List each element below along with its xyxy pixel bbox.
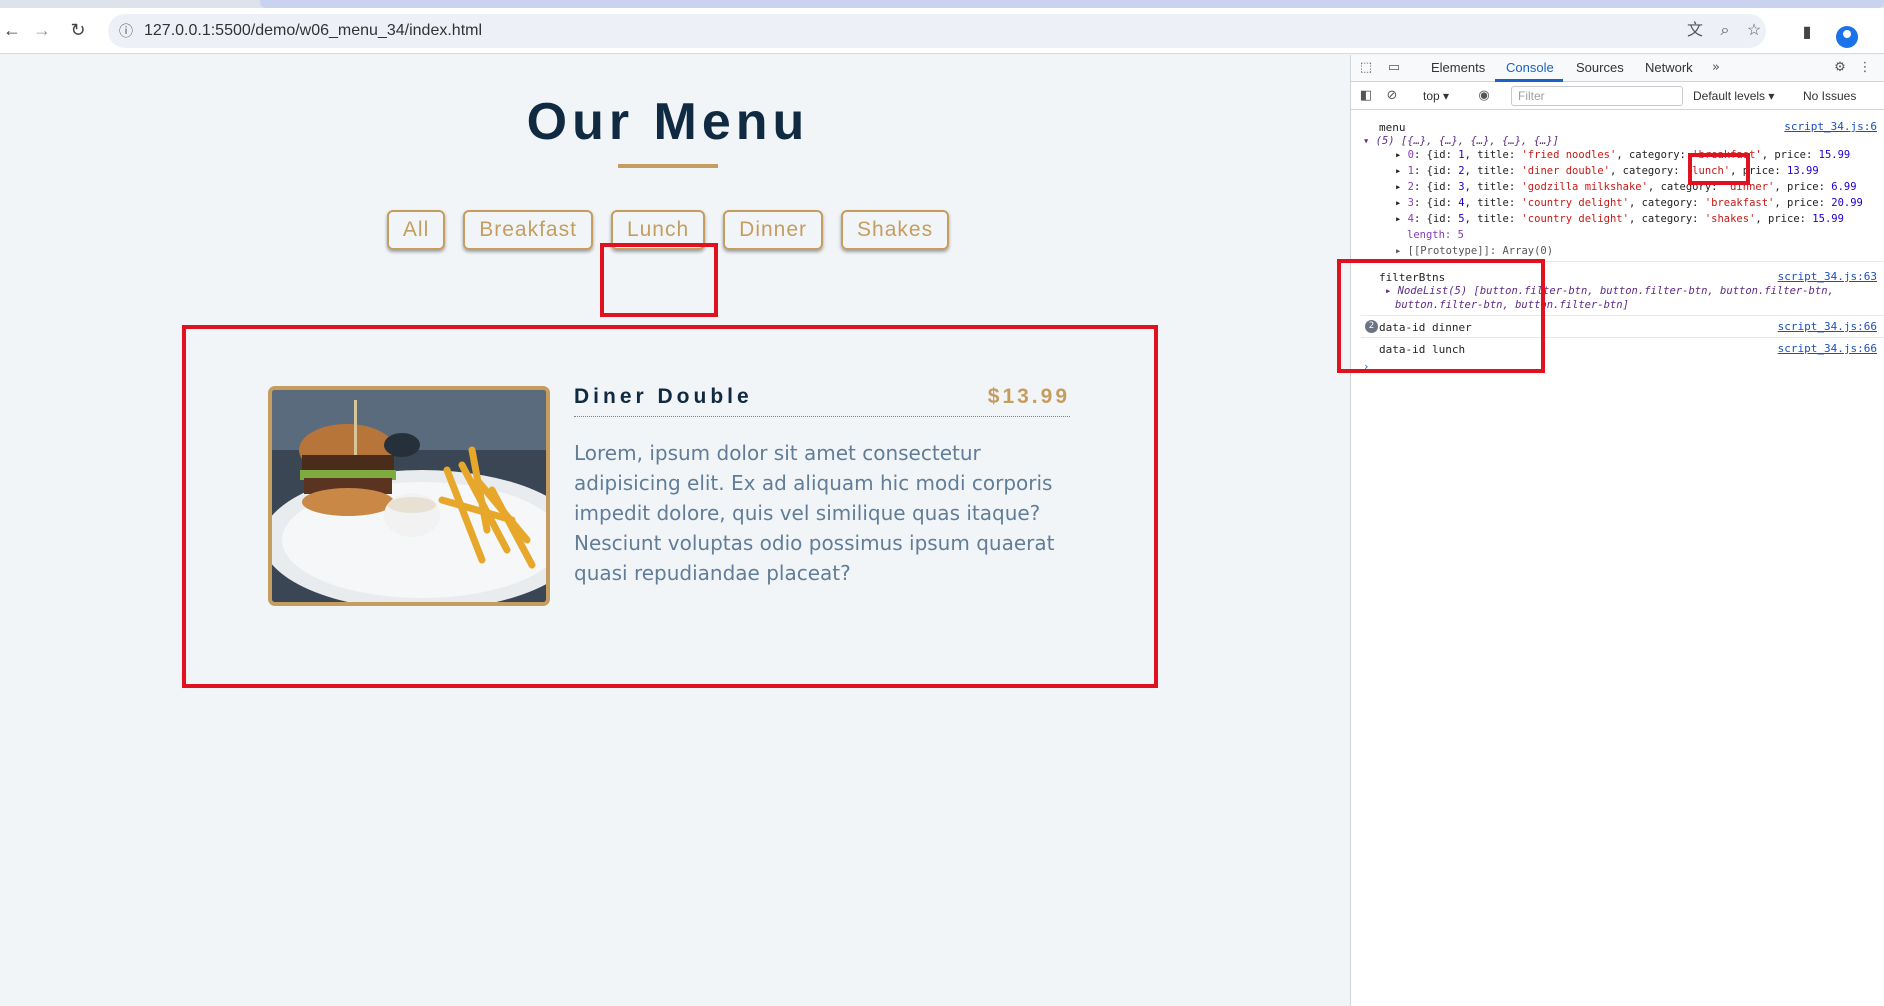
tab-strip-active	[260, 0, 1884, 8]
context-select-label: top	[1423, 89, 1440, 103]
menu-row-1[interactable]: ▸ 1: {id: 2, title: 'diner double', cate…	[1395, 165, 1819, 177]
row-3-price: 20.99	[1831, 197, 1863, 209]
tab-network[interactable]: Network	[1645, 60, 1693, 75]
annotation-box-menu-item	[182, 325, 1158, 688]
log-menu-summary: (5) [{…}, {…}, {…}, {…}, {…}]	[1375, 135, 1559, 147]
menu-length: length: 5	[1407, 229, 1464, 241]
row-1-index: 1	[1407, 165, 1414, 177]
log-menu-label: menu	[1379, 121, 1406, 134]
profile-avatar[interactable]	[1836, 26, 1858, 48]
row-0-id: 1	[1458, 149, 1465, 161]
log-dataid-lunch-source-link[interactable]: script_34.js:66	[1778, 342, 1877, 355]
row-0-title: 'fried noodles'	[1521, 149, 1617, 161]
log-filterbtns-source-link[interactable]: script_34.js:63	[1778, 270, 1877, 283]
issues-button[interactable]: No Issues	[1803, 89, 1856, 103]
filter-breakfast-button[interactable]: Breakfast	[463, 210, 593, 250]
address-bar[interactable]: ⓘ 127.0.0.1:5500/demo/w06_menu_34/index.…	[108, 14, 1766, 48]
row-4-index: 4	[1407, 213, 1414, 225]
translate-icon[interactable]: 文	[1685, 21, 1705, 41]
row-1-title: 'diner double'	[1521, 165, 1610, 177]
row-3-title: 'country delight'	[1521, 197, 1629, 209]
menu-row-3[interactable]: ▸ 3: {id: 4, title: 'country delight', c…	[1395, 197, 1863, 209]
forward-icon[interactable]: →	[30, 18, 54, 42]
log-menu-source-link[interactable]: script_34.js:6	[1784, 120, 1877, 133]
zoom-icon[interactable]: ⌕	[1715, 21, 1735, 41]
annotation-box-lunch-category	[1688, 153, 1750, 185]
row-3-index: 3	[1407, 197, 1414, 209]
device-toolbar-icon[interactable]: ▭	[1385, 59, 1403, 77]
bookmark-star-icon[interactable]: ☆	[1744, 21, 1764, 41]
devtools-tabbar: ⬚ ▭ Elements Console Sources Network » ⚙…	[1351, 55, 1884, 82]
row-2-index: 2	[1407, 181, 1414, 193]
tab-elements[interactable]: Elements	[1431, 60, 1485, 75]
row-4-title: 'country delight'	[1521, 213, 1629, 225]
console-filter-input[interactable]: Filter	[1511, 86, 1683, 106]
reload-icon[interactable]: ↻	[66, 18, 90, 42]
log-menu-array[interactable]: ▾ (5) [{…}, {…}, {…}, {…}, {…}]	[1363, 135, 1559, 147]
log-levels-select[interactable]: Default levels ▾	[1693, 89, 1774, 103]
annotation-box-lunch	[600, 243, 718, 317]
row-2-title: 'godzilla milkshake'	[1521, 181, 1648, 193]
settings-gear-icon[interactable]: ⚙	[1831, 59, 1849, 77]
browser-toolbar: ← → ↻ ⓘ 127.0.0.1:5500/demo/w06_menu_34/…	[0, 8, 1884, 54]
devtools-panel: ⬚ ▭ Elements Console Sources Network » ⚙…	[1350, 55, 1884, 1006]
row-1-price: 13.99	[1787, 165, 1819, 177]
menu-row-0[interactable]: ▸ 0: {id: 1, title: 'fried noodles', cat…	[1395, 149, 1850, 161]
title-underline	[618, 164, 718, 168]
page-title: Our Menu	[526, 93, 810, 151]
row-4-category: 'shakes'	[1704, 213, 1756, 225]
live-expression-eye-icon[interactable]: ◉	[1475, 87, 1493, 105]
sidebar-toggle-icon[interactable]: ◧	[1357, 87, 1375, 105]
inspect-element-icon[interactable]: ⬚	[1357, 59, 1375, 77]
menu-prototype[interactable]: ▸ [[Prototype]]: Array(0)	[1395, 245, 1553, 257]
more-options-icon[interactable]: ⋮	[1856, 59, 1874, 77]
filter-dinner-button[interactable]: Dinner	[723, 210, 824, 250]
tab-console[interactable]: Console	[1506, 60, 1554, 75]
row-2-price: 6.99	[1831, 181, 1857, 193]
more-tabs-icon[interactable]: »	[1707, 59, 1725, 77]
console-toolbar: ◧ ⊘ top ▾ ◉ Filter Default levels ▾ No I…	[1351, 83, 1884, 110]
side-panel-icon[interactable]: ▮	[1796, 22, 1818, 44]
annotation-box-console-logs	[1337, 259, 1545, 373]
filter-all-button[interactable]: All	[386, 210, 446, 250]
row-0-index: 0	[1407, 149, 1414, 161]
row-3-id: 4	[1458, 197, 1465, 209]
row-4-price: 15.99	[1812, 213, 1844, 225]
active-tab-indicator	[1495, 79, 1563, 82]
tab-sources[interactable]: Sources	[1576, 60, 1624, 75]
row-0-price: 15.99	[1818, 149, 1851, 161]
url-text[interactable]: 127.0.0.1:5500/demo/w06_menu_34/index.ht…	[144, 22, 482, 40]
menu-row-4[interactable]: ▸ 4: {id: 5, title: 'country delight', c…	[1395, 213, 1844, 225]
tab-strip	[0, 0, 1884, 8]
site-info-icon[interactable]: ⓘ	[116, 21, 136, 41]
menu-prototype-text: [[Prototype]]: Array(0)	[1407, 245, 1554, 257]
log-dataid-dinner-source-link[interactable]: script_34.js:66	[1778, 320, 1877, 333]
log-levels-label: Default levels	[1693, 89, 1766, 103]
filter-shakes-button[interactable]: Shakes	[841, 210, 950, 250]
row-4-id: 5	[1458, 213, 1465, 225]
clear-console-icon[interactable]: ⊘	[1383, 87, 1401, 105]
row-1-id: 2	[1458, 165, 1465, 177]
row-3-category: 'breakfast'	[1704, 197, 1775, 209]
row-2-id: 3	[1458, 181, 1465, 193]
back-icon[interactable]: ←	[0, 18, 24, 42]
menu-row-2[interactable]: ▸ 2: {id: 3, title: 'godzilla milkshake'…	[1395, 181, 1857, 193]
context-select[interactable]: top ▾	[1423, 89, 1449, 103]
